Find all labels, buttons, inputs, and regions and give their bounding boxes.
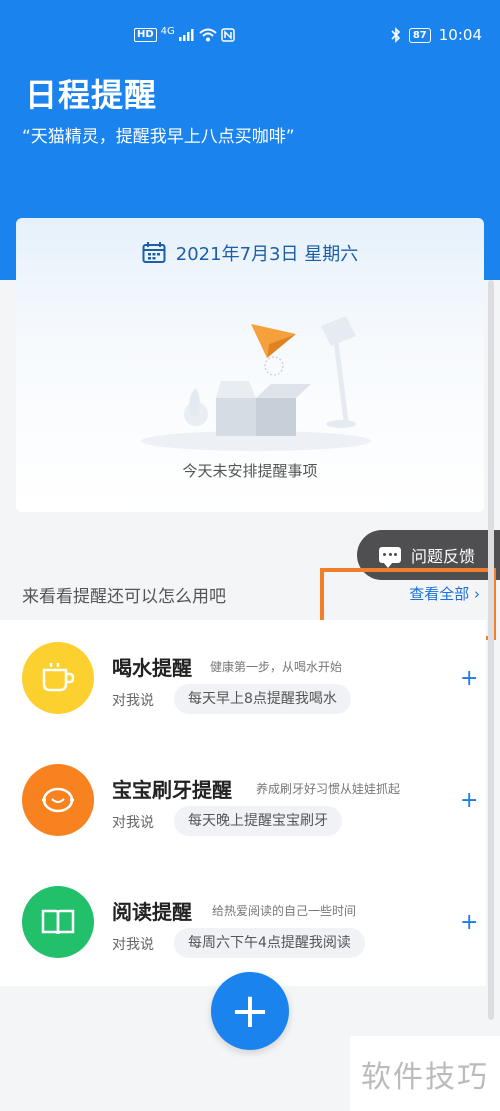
- status-bar: HD 4G 87 10:04: [0, 0, 500, 60]
- wifi-icon: [199, 28, 217, 42]
- item-title: 喝水提醒: [112, 656, 192, 680]
- item-desc: 养成刷牙好习惯从娃娃抓起: [256, 782, 401, 796]
- feedback-label: 问题反馈: [411, 547, 476, 566]
- item-title: 宝宝刷牙提醒: [112, 778, 232, 802]
- network-type: 4G: [160, 25, 175, 37]
- add-button[interactable]: +: [460, 788, 478, 813]
- date-text: 2021年7月3日 星期六: [175, 244, 359, 265]
- add-button[interactable]: +: [460, 910, 478, 935]
- book-icon: [22, 886, 94, 958]
- chat-icon: [379, 547, 401, 568]
- date-card: 2021年7月3日 星期六 今天未安排提醒事项: [16, 218, 484, 512]
- example-phrase: 每天晚上提醒宝宝刷牙: [174, 806, 342, 836]
- signal-icon: [178, 29, 194, 41]
- list-item[interactable]: 阅读提醒 给热爱阅读的自己一些时间 对我说 每周六下午4点提醒我阅读 +: [0, 864, 486, 986]
- item-desc: 健康第一步，从喝水开始: [210, 660, 343, 674]
- lemon-icon: [22, 764, 94, 836]
- page-subtitle: “天猫精灵，提醒我早上八点买咖啡”: [22, 127, 295, 147]
- empty-state-text: 今天未安排提醒事项: [182, 462, 318, 480]
- say-label: 对我说: [112, 693, 154, 709]
- list-item[interactable]: 宝宝刷牙提醒 养成刷牙好习惯从娃娃抓起 对我说 每天晚上提醒宝宝刷牙 +: [0, 742, 486, 864]
- say-label: 对我说: [112, 815, 154, 831]
- status-time: 10:04: [438, 26, 482, 44]
- calendar-icon: [142, 242, 166, 263]
- example-phrase: 每天早上8点提醒我喝水: [174, 684, 351, 714]
- empty-box-illustration: [141, 316, 371, 451]
- scrollbar[interactable]: [488, 280, 494, 1020]
- example-phrase: 每周六下午4点提醒我阅读: [174, 928, 365, 958]
- section-title: 来看看提醒还可以怎么用吧: [22, 587, 226, 607]
- item-desc: 给热爱阅读的自己一些时间: [212, 904, 357, 918]
- watermark: 软件技巧: [350, 1036, 500, 1111]
- cup-icon: [22, 642, 94, 714]
- say-label: 对我说: [112, 937, 154, 953]
- nfc-icon: [221, 28, 235, 42]
- hd-badge: HD: [134, 28, 157, 42]
- battery-indicator: 87: [408, 27, 431, 43]
- add-button[interactable]: +: [460, 666, 478, 691]
- reminder-template-list: 喝水提醒 健康第一步，从喝水开始 对我说 每天早上8点提醒我喝水 + 宝宝刷牙提…: [0, 620, 486, 986]
- add-reminder-button[interactable]: +: [211, 972, 289, 1050]
- list-item[interactable]: 喝水提醒 健康第一步，从喝水开始 对我说 每天早上8点提醒我喝水 +: [0, 620, 486, 742]
- bluetooth-icon: [391, 27, 400, 43]
- item-title: 阅读提醒: [112, 900, 192, 924]
- page-title: 日程提醒: [25, 76, 158, 114]
